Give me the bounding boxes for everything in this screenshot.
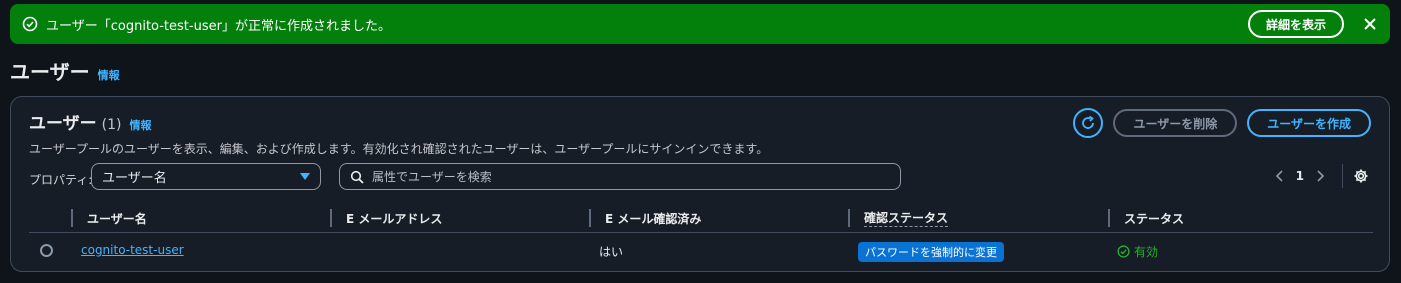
column-label: E メールアドレス	[346, 211, 443, 226]
pagination: 1	[1264, 164, 1369, 188]
status-cell: 有効	[1117, 243, 1158, 260]
column-label: E メール確認済み	[605, 211, 702, 226]
column-label: ステータス	[1124, 211, 1185, 226]
delete-user-button[interactable]: ユーザーを削除	[1113, 109, 1238, 137]
search-icon	[350, 170, 364, 184]
column-divider	[848, 209, 850, 227]
current-page[interactable]: 1	[1296, 169, 1304, 183]
users-container: ユーザー (1) 情報 ユーザープールのユーザーを表示、編集、および作成します。…	[10, 96, 1390, 272]
section-actions: ユーザーを削除 ユーザーを作成	[1073, 108, 1371, 138]
refresh-button[interactable]	[1073, 108, 1104, 138]
row-select-radio[interactable]	[40, 244, 53, 257]
page-header: ユーザー 情報	[10, 56, 120, 85]
refresh-icon	[1080, 115, 1096, 131]
page-title: ユーザー	[10, 60, 90, 84]
status-badge: パスワードを強制的に変更	[858, 242, 1004, 262]
check-circle-icon	[1117, 245, 1130, 258]
status-text: 有効	[1134, 245, 1159, 259]
page-info-link[interactable]: 情報	[98, 67, 120, 83]
column-header-email-verified[interactable]: E メール確認済み	[589, 208, 701, 228]
success-icon	[22, 16, 38, 32]
view-details-button[interactable]: 詳細を表示	[1247, 10, 1344, 38]
close-icon[interactable]	[1362, 16, 1378, 32]
section-header: ユーザー (1) 情報	[29, 109, 152, 134]
property-label: プロパティ:	[29, 173, 93, 187]
column-header-confirmation-status[interactable]: 確認ステータス	[848, 208, 949, 228]
search-input[interactable]: 属性でユーザーを検索	[339, 163, 901, 190]
column-label: ユーザー名	[87, 211, 147, 226]
table-row: cognito-test-user はい パスワードを強制的に変更 有効	[29, 234, 1373, 268]
user-count: (1)	[101, 117, 122, 133]
section-info-link[interactable]: 情報	[130, 117, 152, 133]
column-divider	[1108, 209, 1110, 227]
flash-message: ユーザー「cognito-test-user」が正常に作成されました。	[46, 18, 391, 34]
property-select[interactable]: ユーザー名	[91, 163, 321, 190]
column-divider	[71, 209, 73, 227]
create-user-button[interactable]: ユーザーを作成	[1247, 109, 1371, 137]
email-verified-cell: はい	[599, 245, 624, 259]
chevron-right-icon[interactable]	[1312, 168, 1328, 184]
table-header: ユーザー名 E メールアドレス E メール確認済み 確認ステータス ステータス	[29, 205, 1373, 233]
gear-icon[interactable]	[1353, 168, 1369, 184]
column-label: 確認ステータス	[864, 211, 949, 227]
column-header-email[interactable]: E メールアドレス	[330, 208, 442, 228]
chevron-left-icon[interactable]	[1272, 168, 1288, 184]
search-placeholder: 属性でユーザーを検索	[372, 170, 492, 184]
pagination-divider	[1342, 164, 1343, 188]
property-select-value: ユーザー名	[102, 171, 167, 186]
column-header-status[interactable]: ステータス	[1108, 208, 1184, 228]
caret-down-icon	[300, 172, 310, 181]
column-divider	[589, 209, 591, 227]
username-link[interactable]: cognito-test-user	[81, 243, 184, 257]
success-flash-banner: ユーザー「cognito-test-user」が正常に作成されました。 詳細を表…	[10, 4, 1390, 44]
section-description: ユーザープールのユーザーを表示、編集、および作成します。有効化され確認されたユー…	[29, 142, 769, 156]
section-title: ユーザー	[29, 114, 97, 134]
column-divider	[330, 209, 332, 227]
column-header-username[interactable]: ユーザー名	[71, 208, 147, 228]
